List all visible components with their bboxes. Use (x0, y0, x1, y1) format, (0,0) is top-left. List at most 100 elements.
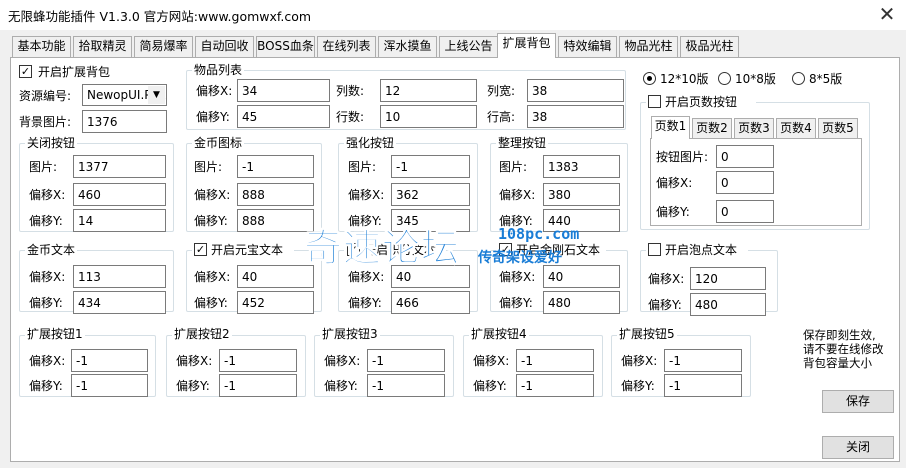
tab-ext-bag[interactable]: 扩展背包 (497, 33, 556, 58)
ext-button-1-y-input[interactable]: -1 (71, 374, 148, 397)
page-y-input[interactable]: 0 (716, 200, 774, 223)
gold-text-x-label: 偏移X: (29, 270, 66, 284)
ext-button-3-x-input[interactable]: -1 (367, 349, 445, 372)
page-tab-3[interactable]: 页数3 (734, 118, 774, 138)
tab-boss-bar[interactable]: BOSS血条 (256, 36, 315, 57)
ext-button-3-title: 扩展按钮3 (320, 327, 380, 341)
third-y-input[interactable]: 466 (391, 291, 470, 314)
ext-button-5-title: 扩展按钮5 (617, 327, 677, 341)
layout-radio-8x5[interactable] (792, 72, 805, 85)
gold-icon-img-input[interactable]: -1 (237, 155, 314, 178)
item-offset-y-label: 偏移Y: (196, 110, 230, 124)
ext-button-4-x-input[interactable]: -1 (516, 349, 594, 372)
page-img-label: 按钮图片: (656, 150, 709, 164)
ext-button-1-y-label: 偏移Y: (29, 379, 63, 393)
sort-x-input[interactable]: 380 (543, 183, 620, 206)
item-list-title: 物品列表 (192, 63, 245, 77)
close-img-input[interactable]: 1377 (73, 155, 166, 178)
tab-recycle[interactable]: 自动回收 (195, 36, 254, 57)
gold-icon-x-label: 偏移X: (194, 188, 231, 202)
resource-select[interactable]: NewopUI.Pak ▼ (82, 84, 167, 106)
ext-button-4-y-label: 偏移Y: (473, 379, 507, 393)
layout-radio-8x5-label: 8*5版 (809, 72, 843, 86)
cols-input[interactable]: 12 (380, 79, 477, 102)
enhance-x-input[interactable]: 362 (391, 183, 470, 206)
tab-droprate[interactable]: 简易爆率 (134, 36, 193, 57)
gold-icon-y-input[interactable]: 888 (237, 209, 314, 232)
bubble-x-input[interactable]: 120 (690, 267, 766, 290)
ext-button-4-y-input[interactable]: -1 (516, 374, 594, 397)
enable-page-button-checkbox[interactable] (648, 95, 661, 108)
ext-button-2-x-input[interactable]: -1 (219, 349, 297, 372)
ext-button-5-x-label: 偏移X: (621, 354, 658, 368)
ext-button-1-x-label: 偏移X: (29, 354, 66, 368)
tab-online-list[interactable]: 在线列表 (317, 36, 376, 57)
col-width-label: 列宽: (487, 84, 516, 98)
page-tab-1[interactable]: 页数1 (651, 116, 690, 139)
resource-label: 资源编号: (19, 89, 72, 103)
sort-button-group-title: 整理按钮 (496, 136, 549, 150)
notice-line-3: 背包容量大小 (803, 356, 872, 370)
gold-text-y-label: 偏移Y: (29, 296, 63, 310)
page-tab-2[interactable]: 页数2 (692, 118, 732, 138)
fourth-x-label: 偏移X: (499, 270, 536, 284)
yuanbao-x-input[interactable]: 40 (237, 265, 314, 288)
gold-icon-group-title: 金币图标 (192, 136, 245, 150)
tab-basic[interactable]: 基本功能 (12, 36, 71, 57)
enhance-img-input[interactable]: -1 (391, 155, 470, 178)
sort-img-input[interactable]: 1383 (543, 155, 620, 178)
ext-button-5-y-input[interactable]: -1 (664, 374, 742, 397)
gold-text-x-input[interactable]: 113 (73, 265, 166, 288)
cols-label: 列数: (336, 84, 365, 98)
item-offset-x-label: 偏移X: (196, 84, 233, 98)
gold-icon-x-input[interactable]: 888 (237, 183, 314, 206)
item-offset-y-input[interactable]: 45 (237, 105, 330, 128)
gold-text-y-input[interactable]: 434 (73, 291, 166, 314)
close-x-label: 偏移X: (29, 188, 66, 202)
rows-input[interactable]: 10 (380, 105, 477, 128)
enhance-img-label: 图片: (348, 160, 377, 174)
layout-radio-10x8[interactable] (718, 72, 731, 85)
tab-login-notice[interactable]: 上线公告 (439, 36, 498, 57)
close-y-label: 偏移Y: (29, 214, 63, 228)
ext-button-2-y-input[interactable]: -1 (219, 374, 297, 397)
page-tab-5[interactable]: 页数5 (818, 118, 858, 138)
ext-button-5-x-input[interactable]: -1 (664, 349, 742, 372)
ext-button-3-y-input[interactable]: -1 (367, 374, 445, 397)
chevron-down-icon: ▼ (148, 86, 165, 104)
enable-bag-checkbox[interactable]: ✓ (19, 65, 32, 78)
row-height-input[interactable]: 38 (527, 105, 624, 128)
ext-button-1-x-input[interactable]: -1 (71, 349, 148, 372)
sort-x-label: 偏移X: (499, 188, 536, 202)
bg-image-input[interactable]: 1376 (82, 110, 167, 133)
close-y-input[interactable]: 14 (73, 209, 166, 232)
item-offset-x-input[interactable]: 34 (237, 79, 330, 102)
tab-hunshui[interactable]: 浑水摸鱼 (378, 36, 437, 57)
ext-button-3-y-label: 偏移Y: (324, 379, 358, 393)
window-close-icon[interactable]: ✕ (874, 2, 900, 26)
close-x-input[interactable]: 460 (73, 183, 166, 206)
save-button[interactable]: 保存 (822, 390, 894, 413)
yuanbao-y-input[interactable]: 452 (237, 291, 314, 314)
fourth-x-input[interactable]: 40 (543, 265, 620, 288)
bubble-text-checkbox[interactable] (648, 243, 661, 256)
layout-radio-12x10[interactable] (643, 72, 656, 85)
ext-button-2-title: 扩展按钮2 (172, 327, 232, 341)
page-tab-4[interactable]: 页数4 (776, 118, 816, 138)
tab-pickup[interactable]: 拾取精灵 (73, 36, 132, 57)
tab-rare-light[interactable]: 极品光柱 (680, 36, 739, 57)
page-img-input[interactable]: 0 (716, 145, 774, 168)
yuanbao-text-checkbox[interactable]: ✓ (194, 243, 207, 256)
page-x-label: 偏移X: (656, 176, 693, 190)
tab-item-light[interactable]: 物品光柱 (619, 36, 678, 57)
layout-radio-12x10-label: 12*10版 (660, 72, 709, 86)
bubble-y-input[interactable]: 480 (690, 293, 766, 316)
ext-button-4-title: 扩展按钮4 (469, 327, 529, 341)
fourth-y-input[interactable]: 480 (543, 291, 620, 314)
close-button[interactable]: 关闭 (822, 436, 894, 459)
col-width-input[interactable]: 38 (527, 79, 624, 102)
rows-label: 行数: (336, 110, 365, 124)
fourth-y-label: 偏移Y: (499, 296, 533, 310)
tab-effects[interactable]: 特效编辑 (558, 36, 617, 57)
page-x-input[interactable]: 0 (716, 171, 774, 194)
